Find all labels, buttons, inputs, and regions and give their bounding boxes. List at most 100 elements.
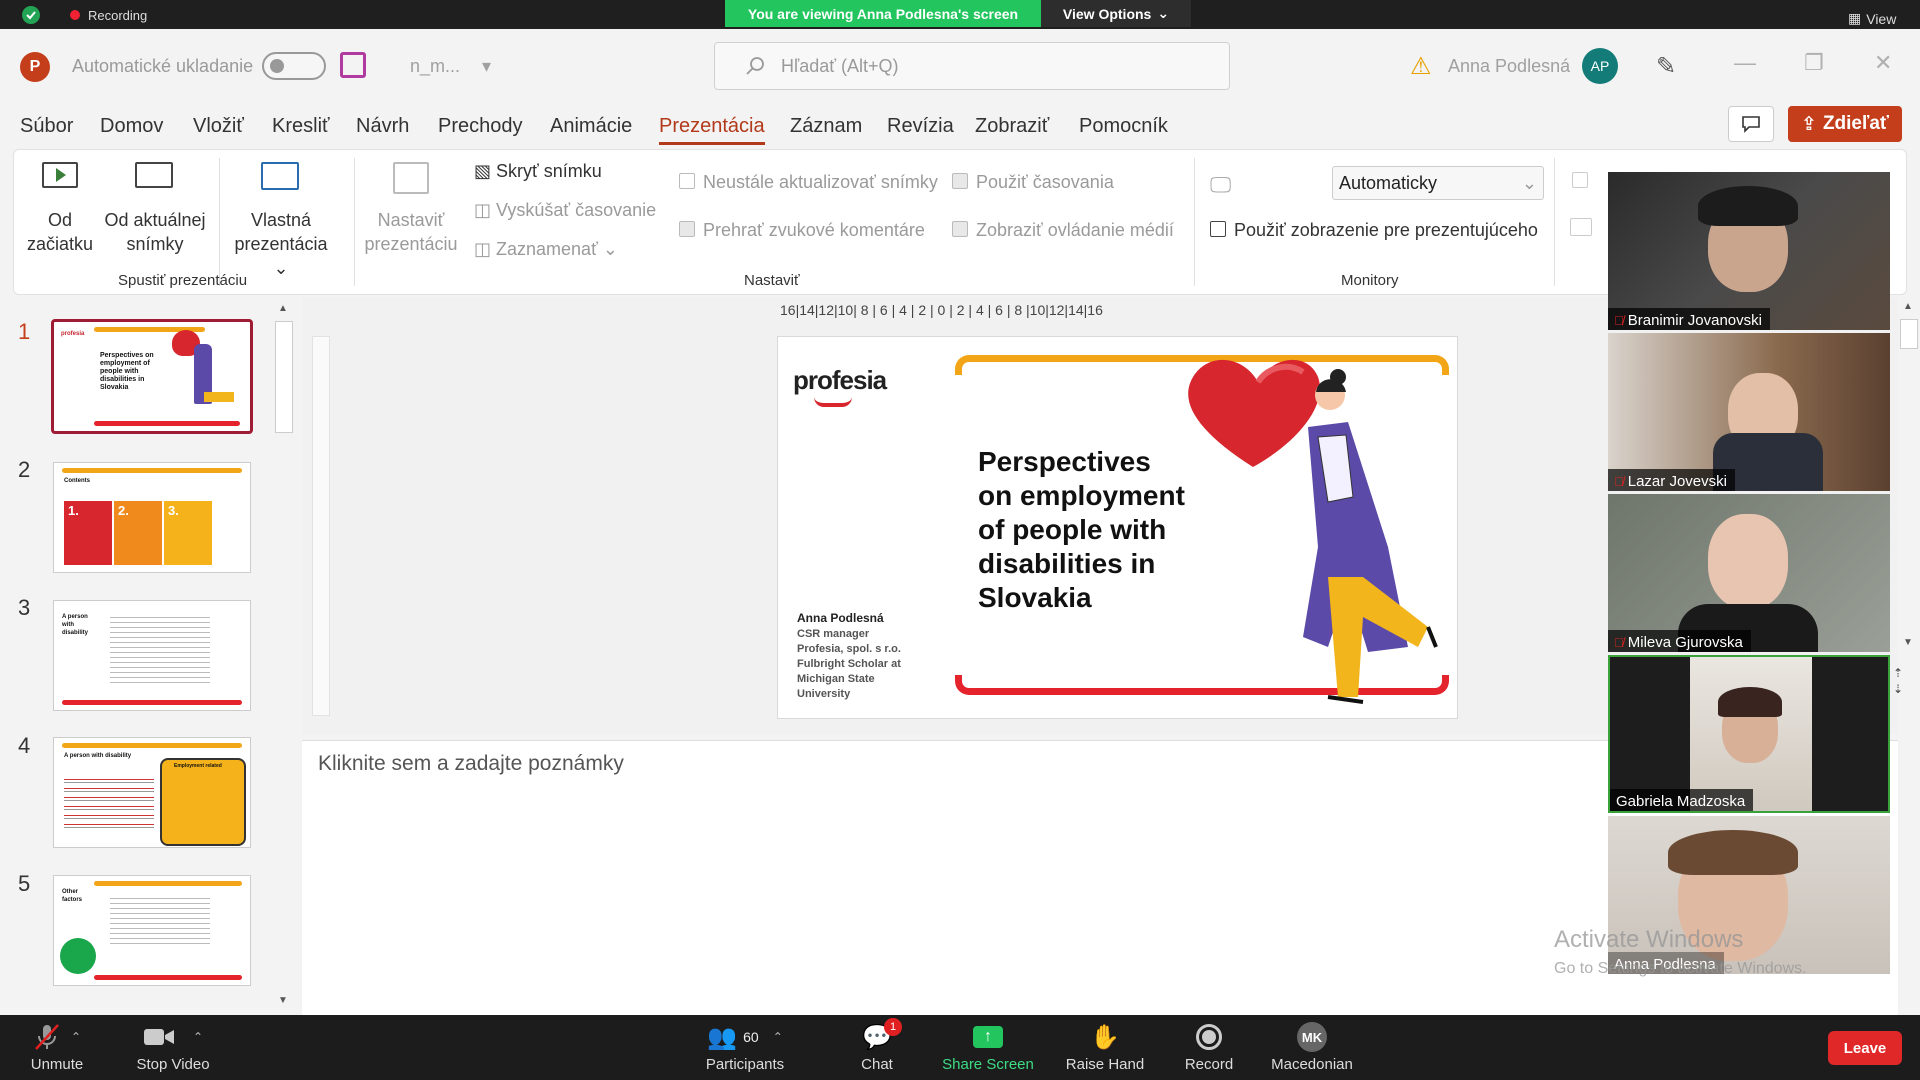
thumbnail-pane: 1 profesia Perspectives on employment of… <box>13 297 293 1017</box>
thumbnail-4[interactable]: A person with disability Employment rela… <box>53 737 251 848</box>
restore-icon[interactable]: ❐ <box>1804 50 1824 76</box>
thumb-title: A person with disability <box>64 753 132 759</box>
menu-prechody[interactable]: Prechody <box>438 115 523 138</box>
menu-domov[interactable]: Domov <box>100 115 163 138</box>
thumbnail-3[interactable]: A person with disability <box>53 600 251 711</box>
chevron-down-icon[interactable]: ⇣ <box>1893 681 1903 697</box>
thumb-botbar <box>94 975 242 980</box>
view-options-button[interactable]: View Options ⌄ <box>1041 0 1191 27</box>
record-button[interactable]: Record <box>1154 1022 1264 1073</box>
from-current-line2: snímky <box>126 234 184 254</box>
video-tile[interactable]: 🎙̸ Mileva Gjurovska <box>1608 494 1890 652</box>
captions-icon[interactable] <box>1570 218 1592 236</box>
minimize-icon[interactable]: — <box>1734 50 1756 76</box>
filename-dropdown[interactable]: n_m... ▾ <box>410 56 491 77</box>
main-slide[interactable]: profesia Perspectives on employment of p… <box>777 336 1458 719</box>
thumbnail-scrollbar[interactable]: ▲ ▼ <box>273 297 295 1015</box>
scroll-up-icon[interactable]: ▲ <box>1903 301 1913 312</box>
thumbnail-number: 3 <box>18 595 31 620</box>
thumbnail-5[interactable]: Other factors <box>53 875 251 986</box>
thumbnail-2[interactable]: Contents 1. 2. 3. <box>53 462 251 573</box>
thumb-box-1: 1. <box>64 501 112 565</box>
raise-hand-icon: ✋ <box>1090 1023 1120 1051</box>
video-tile-active-speaker[interactable]: Gabriela Madzoska <box>1608 655 1890 813</box>
search-box[interactable]: Hľadať (Alt+Q) <box>714 42 1230 90</box>
rehearse-timings-button[interactable]: ◫ Vyskúšať časovanie <box>474 198 656 222</box>
comments-button[interactable] <box>1728 106 1774 142</box>
checkbox-checked-icon <box>952 173 968 190</box>
custom-show-button[interactable]: Vlastná prezentácia ⌄ <box>229 208 333 280</box>
chevron-up-icon[interactable]: ⌃ <box>773 1030 783 1044</box>
menu-pomocnik[interactable]: Pomocník <box>1079 115 1168 138</box>
participants-button[interactable]: 👥 60 ⌃ Participants <box>690 1022 800 1074</box>
menu-prezentacia[interactable]: Prezentácia <box>659 115 765 145</box>
setup-show-button[interactable]: Nastaviť prezentáciu <box>364 208 458 256</box>
participant-hair <box>1718 687 1782 717</box>
video-tile[interactable]: 🎙̸ Branimir Jovanovski <box>1608 172 1890 330</box>
monitor-select[interactable]: Automaticky ⌄ <box>1332 166 1544 200</box>
scroll-up-icon[interactable]: ▲ <box>278 303 288 314</box>
keep-updated-checkbox[interactable]: Neustále aktualizovať snímky <box>679 170 938 194</box>
record-dropdown[interactable]: ◫ Zaznamenať ⌄ <box>474 237 618 261</box>
figure-legs <box>204 392 234 402</box>
chevron-up-icon[interactable]: ⌃ <box>193 1030 203 1044</box>
activate-windows-watermark: Activate Windows <box>1554 926 1744 953</box>
scrollbar-thumb[interactable] <box>275 321 293 433</box>
menu-zobrazit[interactable]: Zobraziť <box>975 115 1049 138</box>
save-icon[interactable] <box>340 52 366 78</box>
interpretation-button[interactable]: MK Macedonian <box>1257 1022 1367 1073</box>
pen-icon[interactable]: ✎ <box>1656 52 1676 81</box>
autosave-toggle[interactable] <box>262 52 326 80</box>
menu-revizia[interactable]: Revízia <box>887 115 954 138</box>
view-button[interactable]: ▦ View <box>1848 10 1896 27</box>
muted-mic-icon: 🎙̸ <box>1614 312 1624 328</box>
thumbnail-1[interactable]: profesia Perspectives on employment of p… <box>51 319 253 434</box>
canvas-scrollbar[interactable]: ▲ ▼ <box>1898 297 1920 657</box>
menu-navrh[interactable]: Návrh <box>356 115 409 138</box>
leave-button[interactable]: Leave <box>1828 1031 1902 1065</box>
presenter-view-checkbox[interactable]: Použiť zobrazenie pre prezentujúceho <box>1210 218 1538 242</box>
slide-title: Perspectives on employment of people wit… <box>978 445 1185 615</box>
unmute-button[interactable]: ⌃ Unmute <box>2 1022 112 1073</box>
share-screen-button[interactable]: ↑ Share Screen <box>933 1022 1043 1073</box>
chevron-up-icon[interactable]: ⌃ <box>71 1030 81 1044</box>
media-controls-checkbox[interactable]: Zobraziť ovládanie médií <box>952 218 1174 242</box>
share-button[interactable]: ⇪ Zdieľať <box>1788 106 1902 142</box>
menu-subor[interactable]: Súbor <box>20 115 73 138</box>
slide-title-line: disabilities in <box>978 548 1156 579</box>
filename-label: n_m... <box>410 56 461 76</box>
menu-animacie[interactable]: Animácie <box>550 115 632 138</box>
thumb-text-lines <box>110 894 210 944</box>
menu-kreslit[interactable]: Kresliť <box>272 115 330 138</box>
close-icon[interactable]: ✕ <box>1874 50 1892 76</box>
from-beginning-button[interactable]: Od začiatku <box>24 208 96 256</box>
video-tile[interactable]: 🎙̸ Lazar Jovevski <box>1608 333 1890 491</box>
checkbox-icon <box>679 173 695 190</box>
shield-icon <box>22 6 40 24</box>
rehearse-label: Vyskúšať časovanie <box>496 200 657 220</box>
scroll-down-icon[interactable]: ▼ <box>1903 637 1913 648</box>
checkbox-checked-icon <box>952 221 968 238</box>
notes-placeholder[interactable]: Kliknite sem a zadajte poznámky <box>318 752 624 776</box>
recording-label: Recording <box>88 7 148 23</box>
stop-video-button[interactable]: ⌃ Stop Video <box>118 1022 228 1073</box>
thumb-box-3: 3. <box>164 501 212 565</box>
gallery-scroll-arrows[interactable]: ⇡ ⇣ <box>1893 665 1903 697</box>
chevron-up-icon[interactable]: ⇡ <box>1893 665 1903 681</box>
menu-zaznam[interactable]: Záznam <box>790 115 862 138</box>
menu-vlozit[interactable]: Vložiť <box>193 115 244 138</box>
participant-name: Gabriela Madzoska <box>1616 792 1746 810</box>
checkbox-icon[interactable] <box>1572 172 1588 188</box>
thumb-green-circle <box>60 938 96 974</box>
play-narrations-checkbox[interactable]: Prehrať zvukové komentáre <box>679 218 925 242</box>
hide-slide-button[interactable]: ▧ Skryť snímku <box>474 159 602 183</box>
chat-button[interactable]: 💬 1 Chat <box>822 1018 932 1073</box>
slide-title-line: on employment <box>978 480 1185 511</box>
scrollbar-thumb[interactable] <box>1900 319 1918 349</box>
raise-hand-button[interactable]: ✋ Raise Hand <box>1050 1022 1160 1074</box>
scroll-down-icon[interactable]: ▼ <box>278 995 288 1006</box>
avatar[interactable]: AP <box>1582 48 1618 84</box>
warning-icon[interactable]: ⚠ <box>1410 52 1432 81</box>
use-timings-checkbox[interactable]: Použiť časovania <box>952 170 1114 194</box>
from-current-button[interactable]: Od aktuálnej snímky <box>102 208 208 256</box>
